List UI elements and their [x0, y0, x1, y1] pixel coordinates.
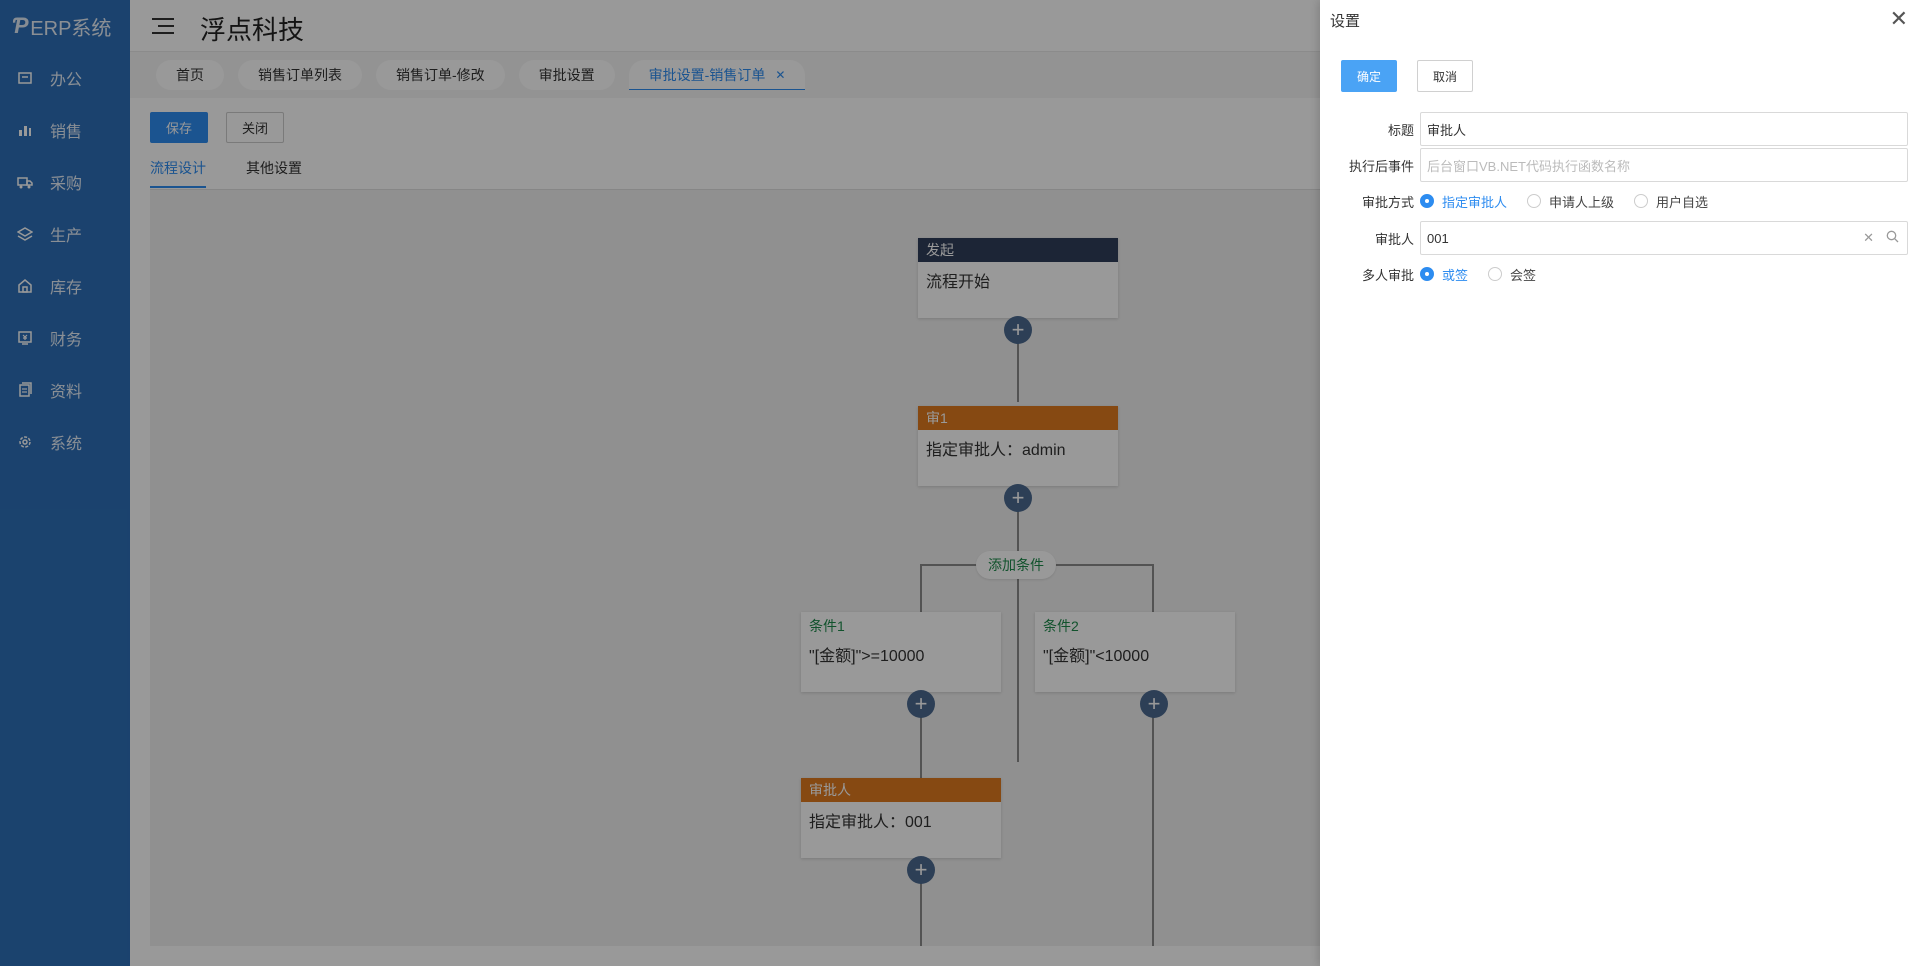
clear-icon[interactable]: ✕: [1863, 230, 1874, 246]
radio-dot: [1420, 194, 1434, 208]
search-icon[interactable]: [1886, 230, 1899, 246]
radio-label: 用户自选: [1656, 194, 1709, 210]
close-icon[interactable]: ✕: [1890, 6, 1908, 32]
radio-label: 会签: [1510, 267, 1537, 283]
title-input[interactable]: 审批人: [1420, 112, 1908, 146]
radio-label: 指定审批人: [1442, 194, 1508, 210]
drawer-title: 设置: [1330, 13, 1361, 30]
method-radio-group: 指定审批人 申请人上级 用户自选: [1420, 192, 1728, 211]
overlay-mask[interactable]: [0, 0, 1320, 966]
field-label: 多人审批: [1361, 267, 1414, 283]
radio-dot: [1527, 194, 1542, 208]
form-row-multi: 多人审批 或签 会签: [1320, 257, 1920, 291]
radio-method-user-choice[interactable]: 用户自选: [1634, 192, 1708, 211]
confirm-button[interactable]: 确定: [1341, 60, 1397, 92]
settings-drawer: 设置 ✕ 确定 取消 标题 审批人 执行后事件 后台窗口VB.NET代码执行函数…: [1320, 0, 1920, 966]
radio-dot: [1488, 267, 1503, 281]
approver-value: 001: [1427, 230, 1449, 246]
input-icons: ✕: [1863, 222, 1899, 254]
form-row-title: 标题 审批人: [1320, 112, 1920, 146]
radio-method-superior[interactable]: 申请人上级: [1527, 192, 1614, 211]
form-row-approver: 审批人 001 ✕: [1320, 221, 1920, 255]
field-label: 审批人: [1374, 231, 1414, 247]
radio-label: 申请人上级: [1549, 194, 1615, 210]
approver-input[interactable]: 001 ✕: [1420, 221, 1908, 255]
form-row-event: 执行后事件 后台窗口VB.NET代码执行函数名称: [1320, 148, 1920, 182]
event-input[interactable]: 后台窗口VB.NET代码执行函数名称: [1420, 148, 1908, 182]
field-label: 审批方式: [1361, 194, 1414, 210]
radio-multi-countersign[interactable]: 会签: [1488, 265, 1536, 284]
radio-method-specified[interactable]: 指定审批人: [1420, 192, 1507, 211]
field-label: 执行后事件: [1348, 158, 1414, 174]
form-row-method: 审批方式 指定审批人 申请人上级 用户自选: [1320, 184, 1920, 218]
radio-multi-or-sign[interactable]: 或签: [1420, 265, 1468, 284]
multi-radio-group: 或签 会签: [1420, 265, 1556, 284]
field-label: 标题: [1387, 122, 1414, 138]
drawer-actions: 确定 取消: [1341, 60, 1473, 92]
cancel-button[interactable]: 取消: [1417, 60, 1473, 92]
radio-label: 或签: [1442, 267, 1469, 283]
radio-dot: [1420, 267, 1434, 281]
radio-dot: [1634, 194, 1649, 208]
